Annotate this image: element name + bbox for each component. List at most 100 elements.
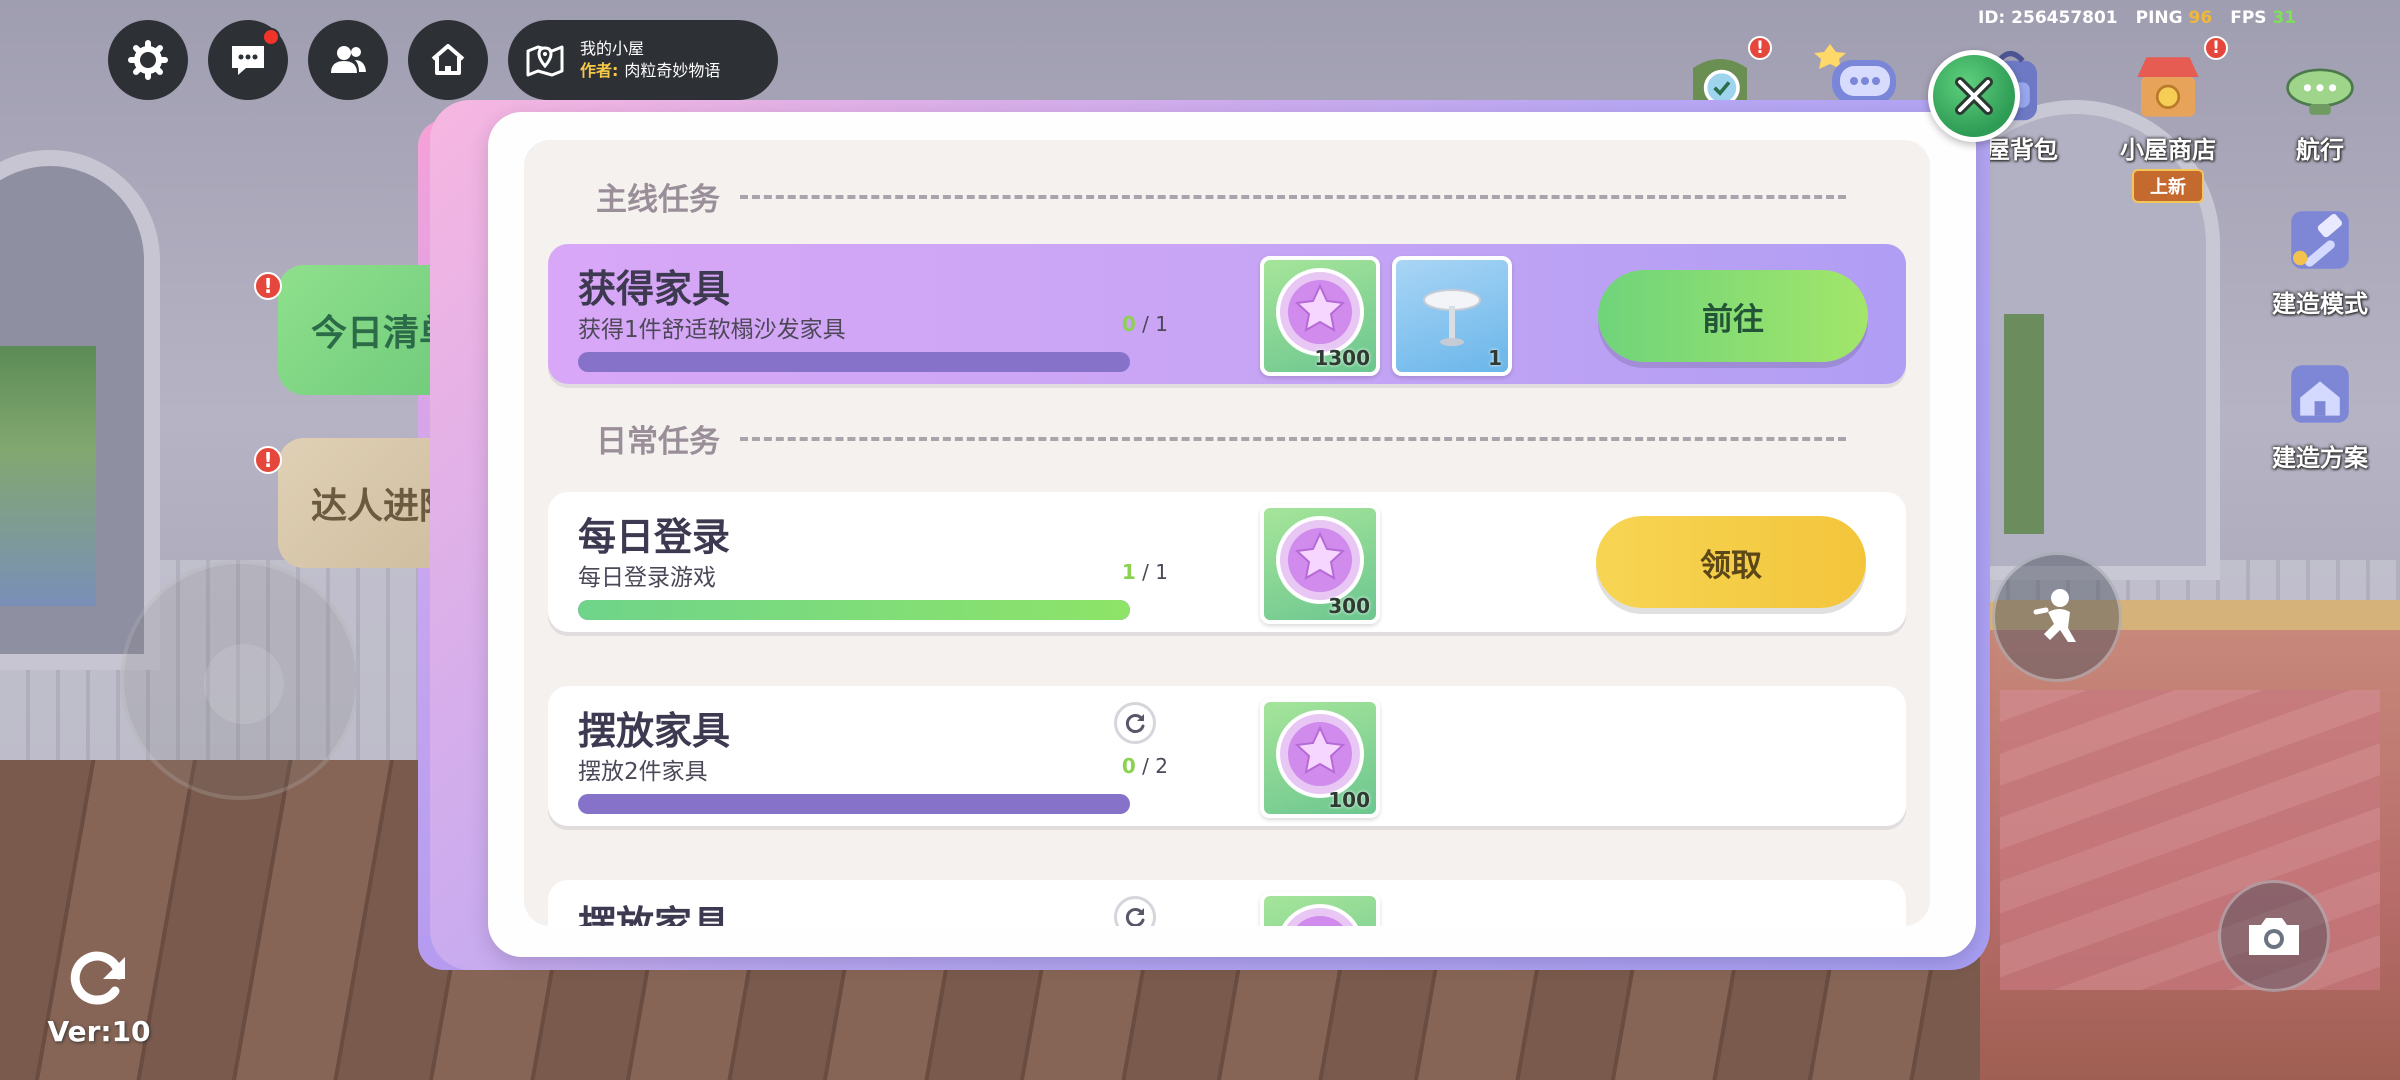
task-progress-bar: [578, 352, 1130, 372]
task-progress-count: 0 / 2: [1078, 754, 1168, 778]
refresh-task-button[interactable]: [1114, 702, 1156, 744]
settings-icon: [128, 40, 168, 80]
version-info: Ver:10: [44, 945, 154, 1048]
refresh-icon: [1125, 908, 1145, 926]
reward-quantity: 100: [1328, 788, 1370, 812]
voyage-label: 航行: [2296, 136, 2344, 164]
star-coin-icon: [1276, 516, 1364, 604]
player-id-value: 256457801: [2011, 8, 2118, 28]
star-coin-icon: [1276, 268, 1364, 356]
chat-icon: [232, 46, 264, 75]
task-description: 获得1件舒适软榻沙发家具: [578, 317, 846, 343]
task-progress-current: 1: [1121, 560, 1136, 584]
task-progress-bar: [578, 794, 1130, 814]
round-table-icon: [1423, 289, 1481, 346]
task-description: 每日登录游戏: [578, 565, 716, 591]
house-info-text: 我的小屋 作者: 肉粒奇妙物语: [580, 38, 720, 82]
task-title: 获得家具: [578, 267, 731, 311]
author-label: 作者:: [580, 61, 619, 80]
claim-button-label: 领取: [1700, 547, 1762, 584]
task-progress-count: 0 / 1: [1078, 312, 1168, 336]
alert-badge: !: [2204, 36, 2228, 60]
ping-value: 96: [2188, 8, 2213, 28]
task-progress-total: / 1: [1142, 312, 1168, 336]
reward-quantity: 1: [1488, 346, 1502, 370]
airship-icon: [2270, 36, 2370, 136]
network-stats: ID: 256457801 PING 96 FPS 31: [1978, 8, 2296, 28]
notification-dot: [262, 28, 280, 46]
chat-button[interactable]: [208, 20, 288, 100]
refresh-icon: [1125, 714, 1145, 733]
camera-button[interactable]: [2218, 880, 2330, 992]
friends-icon: [331, 46, 366, 73]
task-progress-total: / 1: [1142, 560, 1168, 584]
settings-button[interactable]: [108, 20, 188, 100]
background-window-left: [0, 150, 160, 670]
go-button[interactable]: 前往: [1598, 270, 1868, 362]
reward-quantity: 1300: [1314, 346, 1370, 370]
task-description: 摆放2件家具: [578, 759, 708, 785]
ping-label: PING: [2135, 8, 2183, 28]
task-progress-total: / 2: [1142, 754, 1168, 778]
alert-badge: !: [1748, 36, 1772, 60]
shop-icon: [2118, 36, 2218, 136]
camera-icon: [2249, 918, 2299, 955]
reward-item[interactable]: 1: [1392, 256, 1512, 376]
reward-item[interactable]: [1260, 892, 1380, 926]
task-title: 摆放家具: [578, 709, 731, 753]
house-info-pill[interactable]: 我的小屋 作者: 肉粒奇妙物语: [508, 20, 778, 100]
task-row: 摆放家具 摆放2件家具 0 / 2 100: [548, 686, 1906, 826]
house-shop-button[interactable]: ! 小屋商店 上新: [2118, 36, 2228, 203]
player-id: ID: 256457801: [1978, 8, 2118, 28]
version-label: Ver:10: [47, 1015, 151, 1048]
star-coin-icon: [1281, 904, 1359, 926]
task-row: 摆放家具: [548, 880, 1906, 926]
alert-badge: !: [254, 446, 282, 474]
reward-item[interactable]: 300: [1260, 504, 1380, 624]
reward-item[interactable]: 100: [1260, 698, 1380, 818]
reward-quantity: 300: [1328, 594, 1370, 618]
refresh-icon: [70, 951, 125, 1005]
task-progress-count: 1 / 1: [1078, 560, 1168, 584]
build-plan-label: 建造方案: [2272, 444, 2368, 472]
map-pin-icon: [526, 45, 564, 77]
divider: [740, 194, 1846, 199]
divider: [740, 436, 1846, 441]
action-pose-button[interactable]: [1992, 552, 2122, 682]
task-row: 每日登录 每日登录游戏 1 / 1 300 领取: [548, 492, 1906, 632]
home-icon: [431, 44, 465, 75]
fps-value: 31: [2272, 8, 2297, 28]
pose-icon: [2033, 589, 2076, 642]
star-coin-icon: [1276, 710, 1364, 798]
alert-badge: !: [254, 272, 282, 300]
house-shop-label: 小屋商店: [2120, 136, 2216, 164]
build-mode-button[interactable]: 建造模式: [2270, 190, 2370, 319]
main-task-section-header: 主线任务: [596, 174, 1866, 219]
home-button[interactable]: [408, 20, 488, 100]
ping-readout: PING 96: [2136, 8, 2213, 28]
claim-button[interactable]: 领取: [1596, 516, 1866, 608]
virtual-joystick[interactable]: [120, 560, 360, 800]
task-progress-bar: [578, 600, 1130, 620]
daily-task-section-header: 日常任务: [596, 416, 1866, 461]
player-id-label: ID:: [1978, 8, 2006, 28]
task-row: 获得家具 获得1件舒适软榻沙发家具 0 / 1 1300 1 前往: [548, 244, 1906, 384]
close-button[interactable]: [1928, 50, 2020, 142]
friends-button[interactable]: [308, 20, 388, 100]
voyage-button[interactable]: 航行: [2270, 36, 2370, 165]
task-list[interactable]: 主线任务 获得家具 获得1件舒适软榻沙发家具 0 / 1 1300 1 前往 日…: [524, 140, 1930, 926]
reward-item[interactable]: 1300: [1260, 256, 1380, 376]
author-name: 肉粒奇妙物语: [624, 61, 721, 80]
task-title: 每日登录: [578, 515, 731, 559]
build-plan-button[interactable]: 建造方案: [2270, 344, 2370, 473]
task-title: 摆放家具: [578, 903, 731, 926]
refresh-task-button[interactable]: [1114, 896, 1156, 926]
new-badge: 上新: [2132, 169, 2204, 203]
task-progress-current: 0: [1121, 754, 1136, 778]
main-task-section-title: 主线任务: [596, 182, 720, 218]
house-name: 我的小屋: [580, 39, 645, 58]
fps-label: FPS: [2230, 8, 2267, 28]
close-icon: [1955, 77, 1993, 115]
build-plan-icon: [2270, 344, 2370, 444]
build-mode-label: 建造模式: [2272, 290, 2368, 318]
